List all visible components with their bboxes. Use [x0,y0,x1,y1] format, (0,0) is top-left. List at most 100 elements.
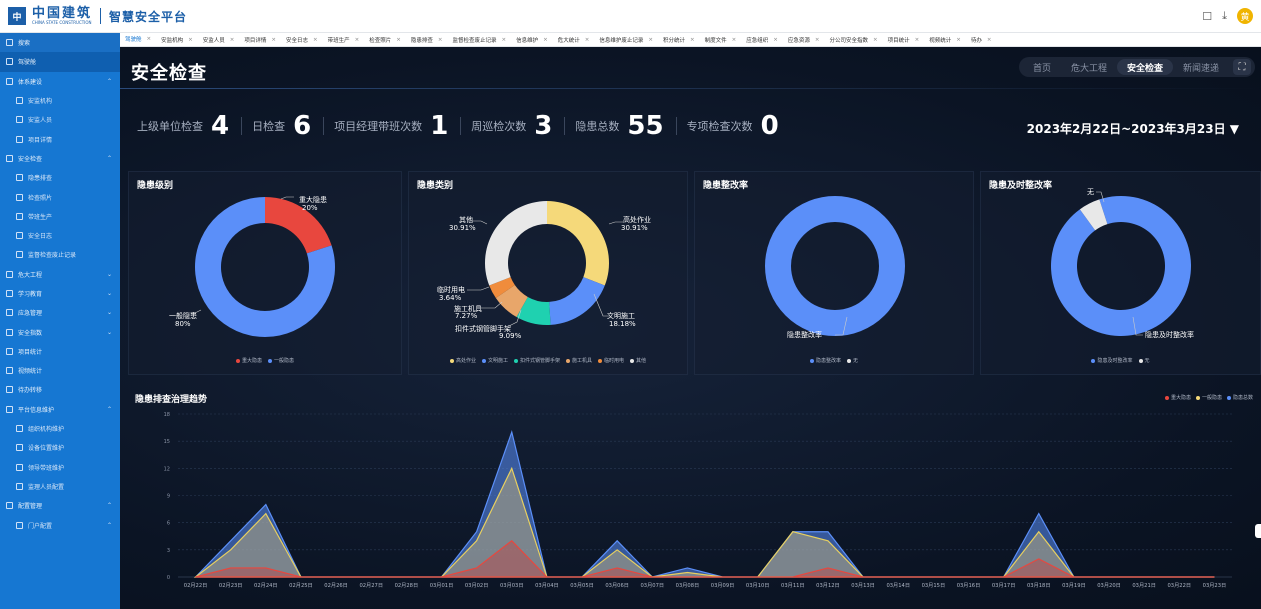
sidebar-item[interactable]: 监理人员配置 [0,477,120,496]
close-icon[interactable]: × [147,36,152,42]
user-avatar[interactable]: 黄 [1237,8,1253,24]
fullscreen-icon[interactable]: ⛶ [1233,59,1251,75]
fullscreen-icon[interactable]: ☐ [1202,10,1212,23]
close-icon[interactable]: × [396,37,401,43]
chevron-icon: ⌄ [106,290,112,297]
close-icon[interactable]: × [956,37,961,43]
donut-slice[interactable] [765,196,905,336]
donut-slice[interactable] [1051,196,1191,337]
tab[interactable]: 积分统计 × [658,33,700,46]
legend-item[interactable]: 重大隐患 [1164,394,1191,401]
close-icon[interactable]: × [815,37,820,43]
sidebar-item[interactable]: 监督检查废止记录 [0,245,120,264]
sidebar-item[interactable]: 安全日志 [0,226,120,245]
tab[interactable]: 应急资源 × [783,33,825,46]
tab[interactable]: 安全日志 × [281,33,323,46]
sidebar-item[interactable]: 视频统计 [0,361,120,380]
tab[interactable]: 待办 × [966,33,997,46]
tab[interactable]: 带班生产 × [323,33,365,46]
nav-tab[interactable]: 危大工程 [1061,59,1117,75]
donut-slice[interactable] [485,201,547,286]
close-icon[interactable]: × [690,37,695,43]
legend-item[interactable]: 隐患及时整改率 [1091,357,1133,364]
donut-slice[interactable] [549,277,605,325]
close-icon[interactable]: × [873,37,878,43]
legend-item[interactable]: 高处作业 [449,357,476,364]
nav-tab[interactable]: 首页 [1023,59,1061,75]
legend-item[interactable]: 无 [1138,357,1150,364]
tab[interactable]: 安监人员 × [198,33,240,46]
sidebar-item[interactable]: 安监人员 [0,110,120,129]
donut-slice[interactable] [547,201,609,286]
sidebar-item[interactable]: 项目统计 [0,342,120,361]
sidebar-item[interactable]: 危大工程 ⌄ [0,265,120,284]
nav-tab[interactable]: 新闻速递 [1173,59,1229,75]
tab[interactable]: 信息维护 × [511,33,553,46]
close-icon[interactable]: × [230,37,235,43]
sidebar-item[interactable]: 安全检查 ⌃ [0,149,120,168]
tab[interactable]: 分公司安全指数 × [825,33,883,46]
tab[interactable]: 危大统计 × [553,33,595,46]
tab[interactable]: 项目统计 × [883,33,925,46]
sidebar-item[interactable]: 待办转移 [0,380,120,399]
close-icon[interactable]: × [987,37,992,43]
nav-tab[interactable]: 安全检查 [1116,59,1173,75]
sidebar-item[interactable]: 应急管理 ⌄ [0,303,120,322]
close-icon[interactable]: × [355,37,360,43]
sidebar-item[interactable]: 安全指数 ⌄ [0,322,120,341]
sidebar-item[interactable]: 配置管理 ⌃ [0,496,120,515]
date-range-picker[interactable]: 2023年2月22日~2023年3月23日 ▼ [1027,120,1239,137]
sidebar-item[interactable]: 安监机构 [0,91,120,110]
close-icon[interactable]: × [313,37,318,43]
close-icon[interactable]: × [732,37,737,43]
sidebar-item[interactable]: 组织机构维护 [0,419,120,438]
close-icon[interactable]: × [585,37,590,43]
tab[interactable]: 项目详情 × [239,33,281,46]
donut-slice[interactable] [265,197,332,254]
close-icon[interactable]: × [773,37,778,43]
legend-item[interactable]: 无 [847,357,858,364]
side-collapse-handle[interactable] [1255,524,1261,538]
tab[interactable]: 制度文件 × [700,33,742,46]
area-series[interactable] [194,430,1215,578]
area-series[interactable] [193,466,1215,578]
legend-item[interactable]: 隐患整改率 [809,357,841,364]
sidebar-item[interactable]: 项目详情 [0,129,120,148]
sidebar-item[interactable]: 领导带班维护 [0,458,120,477]
tab[interactable]: 应急组织 × [741,33,783,46]
sidebar-item[interactable]: 带班生产 [0,207,120,226]
tab[interactable]: 监督检查废止记录 × [448,33,512,46]
close-icon[interactable]: × [438,37,443,43]
close-icon[interactable]: × [543,37,548,43]
legend-item[interactable]: 临时用电 [598,357,624,364]
tab[interactable]: 信息维护废止记录 × [594,33,658,46]
sidebar-item[interactable]: 体系建设 ⌃ [0,72,120,91]
sidebar-item[interactable]: 驾驶舱 [0,52,120,72]
sidebar-item[interactable]: 学习教育 ⌄ [0,284,120,303]
download-icon[interactable]: ⤓ [1222,9,1227,23]
close-icon[interactable]: × [915,37,920,43]
legend-item[interactable]: 施工机具 [566,357,592,364]
tab[interactable]: 安监机构 × [156,33,198,46]
close-icon[interactable]: × [271,37,276,43]
sidebar-item[interactable]: 搜索 [0,33,120,53]
close-icon[interactable]: × [188,37,193,43]
tab[interactable]: 驾驶舱 × [120,33,157,46]
legend-item[interactable]: 重大隐患 [235,357,262,364]
tab[interactable]: 视频统计 × [924,33,966,46]
close-icon[interactable]: × [502,37,507,43]
sidebar-item[interactable]: 平台信息维护 ⌃ [0,400,120,419]
legend-item[interactable]: 文明施工 [481,357,508,364]
sidebar-item[interactable]: 隐患排查 [0,168,120,187]
close-icon[interactable]: × [648,37,653,43]
legend-item[interactable]: 隐患总数 [1226,394,1253,401]
legend-item[interactable]: 一般隐患 [268,357,294,364]
legend-item[interactable]: 扣件式钢管脚手架 [513,357,560,364]
tab[interactable]: 隐患排查 × [406,33,448,46]
tab[interactable]: 检查照片 × [364,33,406,46]
sidebar-item[interactable]: 检查照片 [0,187,120,206]
legend-item[interactable]: 一般隐患 [1195,394,1222,401]
sidebar-item[interactable]: 门户配置 ⌃ [0,515,120,534]
sidebar-item[interactable]: 设备位置维护 [0,438,120,457]
legend-item[interactable]: 其他 [630,357,646,364]
